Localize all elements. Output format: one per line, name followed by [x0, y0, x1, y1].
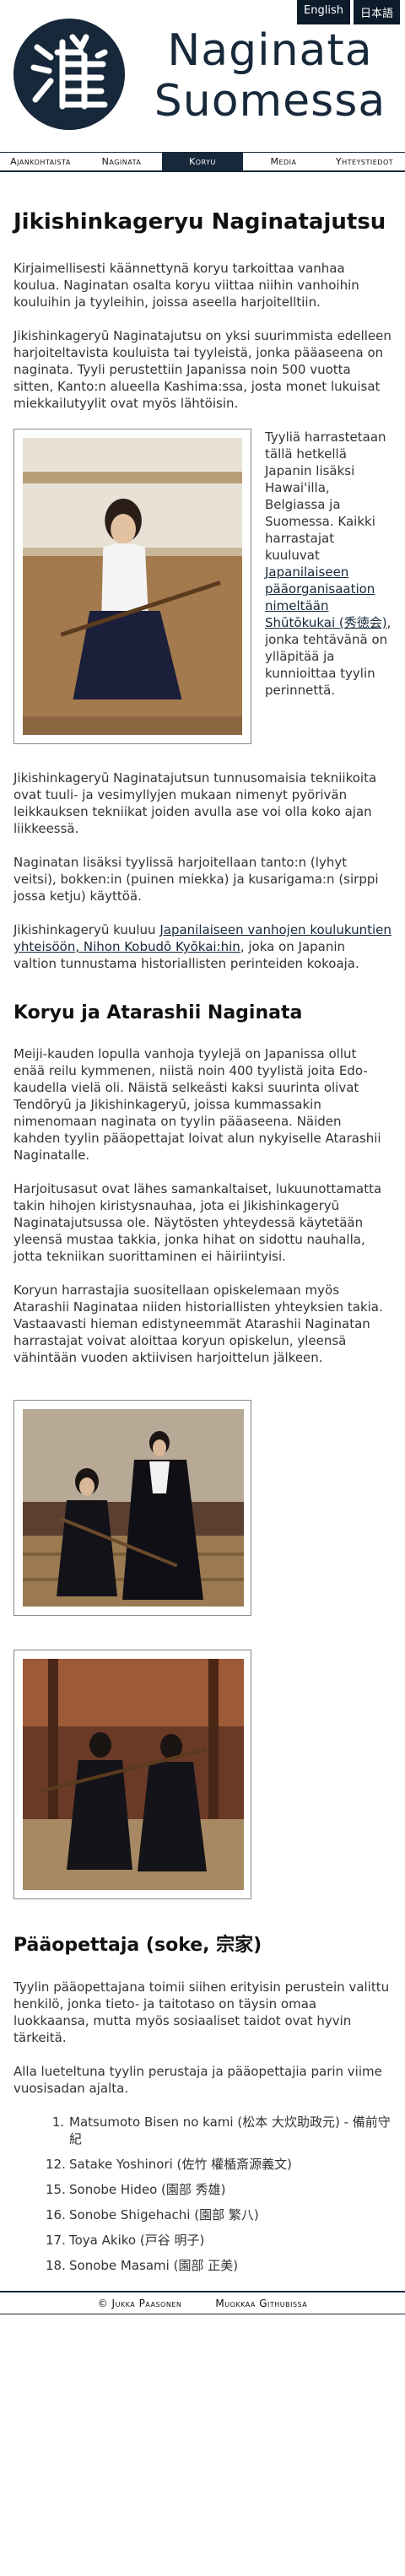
section-koryu-atarashii-title: Koryu ja Atarashii Naginata	[14, 1002, 303, 1023]
site-title-line2: Suomessa	[154, 76, 386, 127]
list-item-text: Sonobe Hideo (園部 秀雄)	[69, 2182, 226, 2197]
nav-item-koryu[interactable]: Koryu	[162, 152, 243, 171]
list-item: 12. Satake Yoshinori (佐竹 權楯斎源義文)	[46, 2156, 392, 2173]
demonstration-photo-frame-1	[14, 1400, 251, 1616]
main-content: Jikishinkageryu Naginatajutsu Kirjaimell…	[0, 206, 405, 2274]
practitioner-text-start: Tyyliä harrastetaan tällä hetkellä Japan…	[265, 429, 386, 563]
lang-english-link[interactable]: English	[297, 0, 350, 24]
list-item-text: Sonobe Shigehachi (園部 繁八)	[69, 2207, 259, 2222]
practitioner-section: Tyyliä harrastetaan tällä hetkellä Japan…	[14, 429, 392, 753]
list-item: 18. Sonobe Masami (園部 正美)	[46, 2257, 392, 2274]
intro-paragraph: Kirjaimellisesti käännettynä koryu tarko…	[14, 261, 359, 310]
nav-item-ajankohtaista[interactable]: Ajankohtaista	[0, 153, 81, 171]
list-item-text: Satake Yoshinori (佐竹 權楯斎源義文)	[69, 2157, 293, 2172]
footer-copyright: © Jukka Paasonen	[97, 2297, 182, 2309]
kobudo-text-start: Jikishinkageryū kuuluu	[14, 922, 160, 937]
weapons-paragraph: Naginatan lisäksi tyylissä harjoitellaan…	[14, 855, 379, 904]
list-item-text: Toya Akiko (戸谷 明子)	[69, 2233, 205, 2248]
nav-item-yhteystiedot[interactable]: Yhteystiedot	[324, 153, 405, 171]
shutokukai-link[interactable]: Japanilaiseen pääorganisaation nimeltään…	[265, 564, 387, 630]
history-paragraph: Jikishinkageryū Naginatajutsu on yksi su…	[14, 328, 392, 411]
list-item: 1. Matsumoto Bisen no kami (松本 大炊助政元) - 備…	[46, 2114, 392, 2147]
page-title: Jikishinkageryu Naginatajutsu	[14, 209, 386, 235]
demonstration-photo-frame-2	[14, 1650, 251, 1899]
site-title: Naginata Suomessa	[143, 25, 397, 127]
nav-item-naginata[interactable]: Naginata	[81, 153, 162, 171]
list-item-number: 1.	[51, 2114, 64, 2130]
naginata-kanji-logo-icon	[14, 19, 125, 130]
site-header: English 日本語 Naginata Suomessa	[0, 0, 405, 152]
recommendation-paragraph: Koryun harrastajia suositellaan opiskele…	[14, 1283, 383, 1365]
practitioner-photo	[23, 438, 242, 735]
demonstration-photo-1	[23, 1409, 244, 1607]
soke-list-intro: Alla lueteltuna tyylin perustaja ja pääo…	[14, 2064, 382, 2096]
site-logo[interactable]	[14, 19, 125, 130]
meiji-paragraph: Meiji-kauden lopulla vanhoja tyylejä on …	[14, 1046, 381, 1163]
lang-japanese-link[interactable]: 日本語	[353, 0, 400, 24]
demonstration-photo-2	[23, 1659, 244, 1890]
practitioner-photo-frame	[14, 429, 251, 744]
kobudo-paragraph: Jikishinkageryū kuuluu Japanilaiseen van…	[14, 921, 392, 972]
list-item-number: 15.	[46, 2182, 66, 2197]
language-switcher: English 日本語	[297, 0, 400, 24]
site-footer: © Jukka Paasonen Muokkaa Githubissa	[0, 2291, 405, 2314]
list-item-number: 12.	[46, 2157, 66, 2172]
list-item: 17. Toya Akiko (戸谷 明子)	[46, 2232, 392, 2249]
list-item-number: 16.	[46, 2207, 66, 2222]
section-soke-title: Pääopettaja (soke, 宗家)	[14, 1935, 262, 1956]
soke-list: 1. Matsumoto Bisen no kami (松本 大炊助政元) - 備…	[46, 2114, 392, 2274]
list-item-text: Matsumoto Bisen no kami (松本 大炊助政元) - 備前守…	[69, 2114, 391, 2147]
nav-item-media[interactable]: Media	[243, 153, 324, 171]
site-title-line1: Naginata	[167, 25, 373, 76]
main-nav: Ajankohtaista Naginata Koryu Media Yhtey…	[0, 152, 405, 172]
list-item-number: 17.	[46, 2233, 66, 2248]
footer-github-link[interactable]: Muokkaa Githubissa	[215, 2298, 307, 2309]
list-item-number: 18.	[46, 2258, 66, 2273]
list-item: 15. Sonobe Hideo (園部 秀雄)	[46, 2181, 392, 2198]
list-item: 16. Sonobe Shigehachi (園部 繁八)	[46, 2206, 392, 2223]
list-item-text: Sonobe Masami (園部 正美)	[69, 2258, 239, 2273]
techniques-paragraph: Jikishinkageryū Naginatajutsun tunnusoma…	[14, 770, 377, 836]
uniform-paragraph: Harjoitusasut ovat lähes samankaltaiset,…	[14, 1181, 382, 1264]
soke-paragraph: Tyylin pääopettajana toimii siihen erity…	[14, 1979, 390, 2045]
